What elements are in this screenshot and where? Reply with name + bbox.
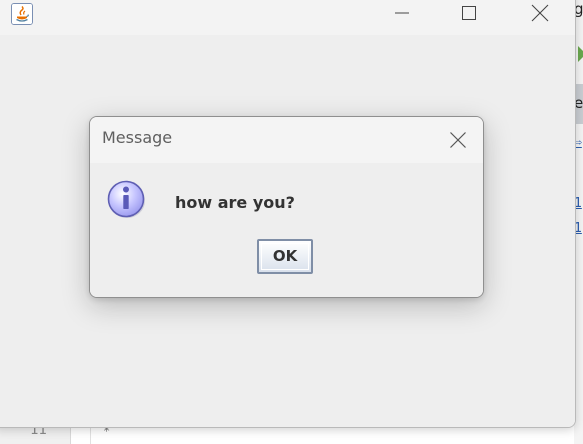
minimize-icon (395, 12, 409, 14)
run-arrow-icon[interactable] (578, 46, 583, 62)
window-close-button[interactable] (517, 1, 563, 25)
maximize-button[interactable] (446, 1, 492, 25)
close-icon (450, 132, 466, 148)
info-icon (106, 179, 146, 219)
java-icon (11, 3, 33, 25)
desktop: g e ⇨ 1 1 11 * Message how are you? OK (0, 0, 583, 444)
message-dialog: Message how are you? OK (89, 116, 484, 298)
ok-button[interactable]: OK (257, 239, 313, 274)
dialog-titlebar[interactable]: Message (90, 117, 483, 163)
close-icon (531, 4, 549, 22)
dialog-close-button[interactable] (444, 128, 472, 152)
maximize-icon (462, 6, 476, 20)
dialog-body: how are you? OK (90, 163, 483, 297)
minimize-button[interactable] (379, 1, 425, 25)
ok-button-label: OK (272, 247, 298, 265)
dialog-message: how are you? (175, 193, 295, 212)
main-window-titlebar[interactable] (0, 0, 575, 35)
dialog-title: Message (102, 128, 173, 147)
